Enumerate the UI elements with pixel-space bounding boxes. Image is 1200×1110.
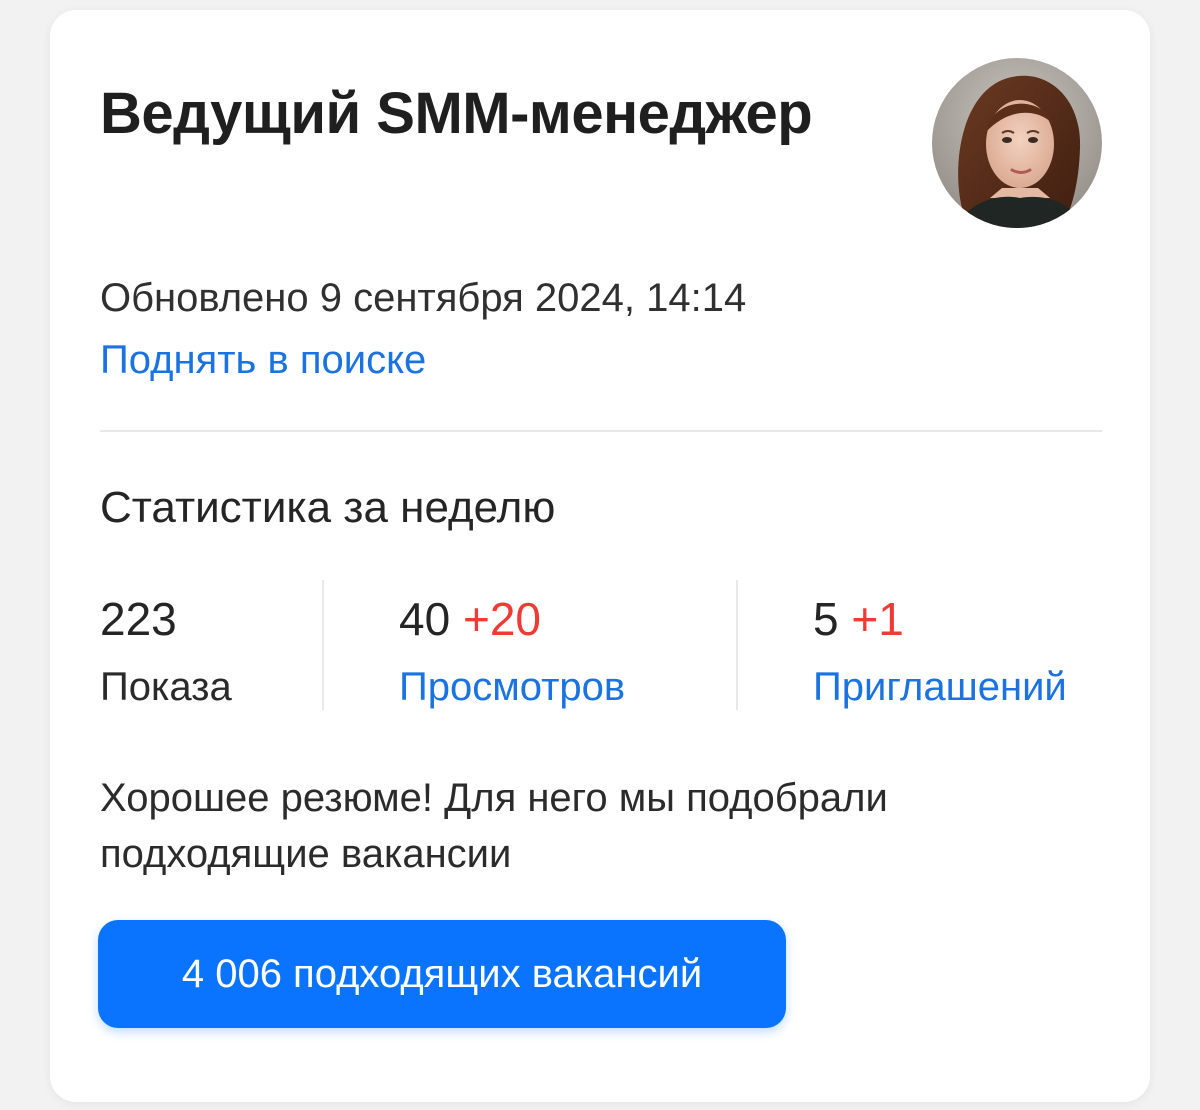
stats-heading: Статистика за неделю [100, 483, 556, 532]
impressions-count: 223 [100, 593, 177, 645]
stat-impressions: 223 Показа [100, 588, 232, 712]
user-photo-icon [932, 58, 1102, 228]
invitations-delta: +1 [851, 593, 904, 645]
views-count: 40 [399, 593, 451, 645]
resume-card: Ведущий SMM-менеджер Обновлено 9 сентябр… [50, 10, 1150, 1102]
invitations-count: 5 [813, 593, 839, 645]
stat-separator [736, 580, 738, 710]
impressions-label: Показа [100, 665, 232, 709]
views-count-row: 40 +20 [399, 588, 625, 650]
stat-views[interactable]: 40 +20 Просмотров [399, 588, 625, 712]
stat-invitations[interactable]: 5 +1 Приглашений [813, 588, 1067, 712]
raise-in-search-link[interactable]: Поднять в поиске [100, 332, 426, 388]
invitations-link[interactable]: Приглашений [813, 662, 1067, 712]
updated-timestamp: Обновлено 9 сентября 2024, 14:14 [100, 276, 747, 320]
resume-title[interactable]: Ведущий SMM-менеджер [100, 78, 860, 150]
recommendation-message: Хорошее резюме! Для него мы подобрали по… [100, 776, 888, 876]
matching-vacancies-button[interactable]: 4 006 подходящих вакансий [98, 920, 786, 1028]
avatar[interactable] [932, 58, 1102, 228]
views-link[interactable]: Просмотров [399, 662, 625, 712]
stat-separator [322, 580, 324, 710]
views-delta: +20 [462, 593, 541, 645]
invitations-count-row: 5 +1 [813, 588, 1067, 650]
divider [100, 430, 1102, 432]
